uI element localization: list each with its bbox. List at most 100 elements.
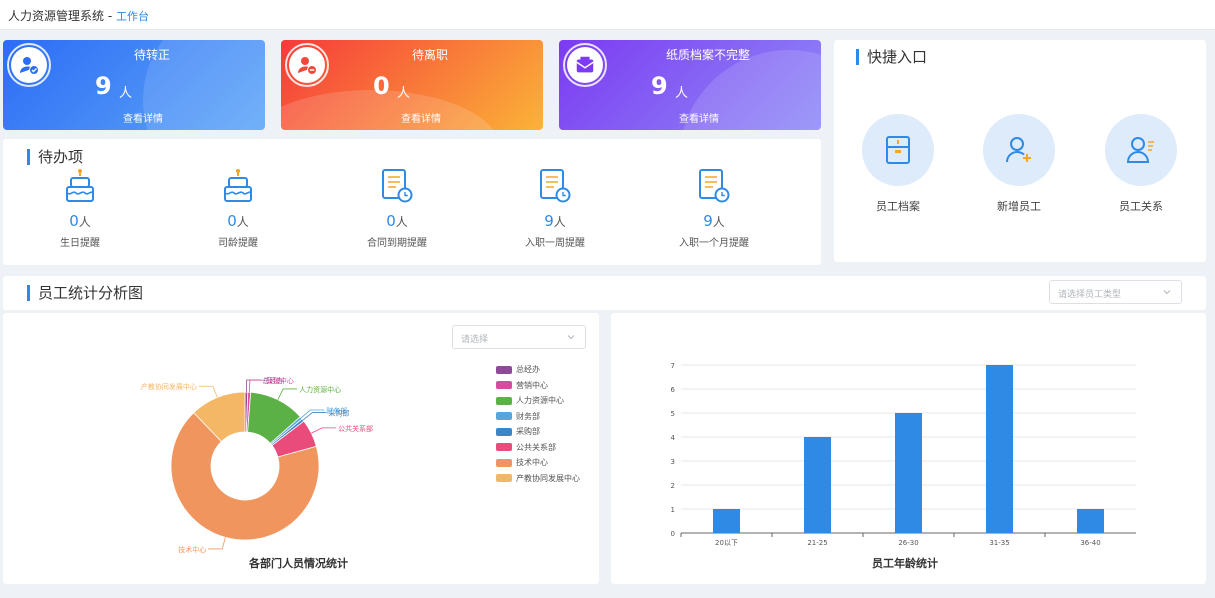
pie-label-line: [198, 385, 218, 398]
legend-item[interactable]: 采购部: [496, 424, 580, 440]
stat-card-probation: 待转正 9 人 查看详情: [3, 40, 265, 130]
todo-item-onboard-week[interactable]: 9人 入职一周提醒: [505, 168, 605, 249]
y-tick-label: 3: [671, 458, 675, 466]
birthday-cake-icon: [30, 168, 130, 208]
quick-label: 员工关系: [1119, 200, 1163, 213]
y-tick-label: 5: [671, 410, 675, 418]
legend-swatch: [496, 412, 512, 421]
y-tick-label: 4: [671, 434, 676, 442]
breadcrumb[interactable]: 工作台: [116, 10, 149, 23]
x-tick-label: 36-40: [1080, 539, 1100, 547]
bar[interactable]: [713, 509, 740, 533]
stat-card-resigning: 待离职 0 人 查看详情: [281, 40, 543, 130]
age-chart-title: 员工年龄统计: [872, 557, 938, 570]
quick-entry-title: 快捷入口: [856, 49, 927, 65]
stat-unit: 人: [397, 86, 411, 101]
x-tick-label: 31-35: [989, 539, 1009, 547]
select-placeholder: 请选择员工类型: [1058, 290, 1122, 300]
quick-label: 员工档案: [876, 200, 920, 213]
stat-value: 9: [651, 72, 668, 100]
todo-unit: 人: [395, 215, 408, 229]
quick-add-employee[interactable]: 新增员工: [969, 114, 1069, 214]
todo-unit: 人: [553, 215, 566, 229]
stat-label: 待转正: [133, 48, 170, 62]
top-bar: 人力资源管理系统 - 工作台: [0, 0, 1215, 30]
onboard-week-icon: [505, 168, 605, 208]
bar[interactable]: [895, 413, 922, 533]
bar[interactable]: [1077, 509, 1104, 533]
bar[interactable]: [804, 437, 831, 533]
legend-swatch: [496, 427, 512, 436]
todo-title: 待办项: [27, 149, 83, 165]
analysis-title: 员工统计分析图: [27, 285, 143, 301]
todo-item-seniority[interactable]: 0人 司龄提醒: [188, 168, 288, 249]
legend-label: 营销中心: [516, 380, 548, 390]
todo-item-contract[interactable]: 0人 合同到期提醒: [347, 168, 447, 249]
pie-label-line: [277, 388, 298, 400]
view-details-link[interactable]: 查看详情: [559, 110, 821, 125]
stat-card-paper-archive: 纸质档案不完整 9 人 查看详情: [559, 40, 821, 130]
stat-unit: 人: [119, 86, 133, 101]
stat-label: 纸质档案不完整: [665, 48, 750, 62]
todo-value: 0: [69, 212, 79, 230]
chevron-down-icon: [1163, 290, 1171, 295]
add-user-icon: [983, 114, 1055, 186]
todo-label: 入职一个月提醒: [679, 238, 749, 249]
x-tick-label: 21-25: [807, 539, 827, 547]
legend-swatch: [496, 381, 512, 390]
todo-label: 司龄提醒: [218, 238, 258, 249]
pie-label: 采购部: [328, 409, 349, 418]
stat-label: 待离职: [411, 48, 448, 62]
quick-employee-archive[interactable]: 员工档案: [848, 114, 948, 214]
legend-item[interactable]: 财务部: [496, 409, 580, 425]
department-legend: 总经办营销中心人力资源中心 财务部采购部公共关系部技术中心产教协同发展中心: [496, 362, 580, 486]
legend-item[interactable]: 产教协同发展中心: [496, 471, 580, 487]
stat-value: 9: [95, 72, 112, 100]
y-tick-label: 0: [671, 530, 675, 538]
legend-item[interactable]: 人力资源中心: [496, 393, 580, 409]
legend-swatch: [496, 443, 512, 452]
legend-swatch: [496, 396, 512, 405]
app-title-line: 人力资源管理系统 - 工作台: [8, 7, 149, 24]
pie-label-line: [311, 427, 337, 434]
todo-item-onboard-month[interactable]: 9人 入职一个月提醒: [664, 168, 764, 249]
legend-label: 人力资源中心: [516, 396, 564, 406]
onboard-month-icon: [664, 168, 764, 208]
legend-swatch: [496, 458, 512, 467]
y-tick-label: 1: [671, 506, 675, 514]
legend-swatch: [496, 365, 512, 374]
x-tick-label: 26-30: [898, 539, 918, 547]
employee-type-select[interactable]: 请选择员工类型: [1049, 280, 1182, 304]
archive-icon: [862, 114, 934, 186]
view-details-link[interactable]: 查看详情: [3, 110, 265, 125]
todo-item-birthday[interactable]: 0人 生日提醒: [30, 168, 130, 249]
stat-unit: 人: [675, 86, 689, 101]
legend-label: 财务部: [516, 411, 540, 421]
pie-label: 产教协同发展中心: [141, 382, 197, 391]
todo-label: 合同到期提醒: [367, 238, 427, 249]
legend-label: 公共关系部: [516, 442, 556, 452]
anniversary-cake-icon: [188, 168, 288, 208]
legend-item[interactable]: 技术中心: [496, 455, 580, 471]
todo-unit: 人: [712, 215, 725, 229]
pie-label: 公共关系部: [338, 424, 373, 433]
bar[interactable]: [986, 365, 1013, 533]
legend-item[interactable]: 公共关系部: [496, 440, 580, 456]
legend-item[interactable]: 总经办: [496, 362, 580, 378]
legend-label: 技术中心: [516, 458, 548, 468]
todo-value: 0: [386, 212, 396, 230]
todo-unit: 人: [236, 215, 249, 229]
todo-value: 9: [544, 212, 554, 230]
quick-employee-relation[interactable]: 员工关系: [1091, 114, 1191, 214]
contract-clock-icon: [347, 168, 447, 208]
view-details-link[interactable]: 查看详情: [281, 110, 543, 125]
todo-unit: 人: [78, 215, 91, 229]
y-tick-label: 6: [671, 386, 676, 394]
legend-item[interactable]: 营销中心: [496, 378, 580, 394]
legend-label: 产教协同发展中心: [516, 473, 580, 483]
title-separator: -: [107, 9, 113, 23]
todo-label: 生日提醒: [60, 238, 100, 249]
y-tick-label: 2: [671, 482, 675, 490]
pie-label-line: [246, 379, 261, 393]
user-relation-icon: [1105, 114, 1177, 186]
